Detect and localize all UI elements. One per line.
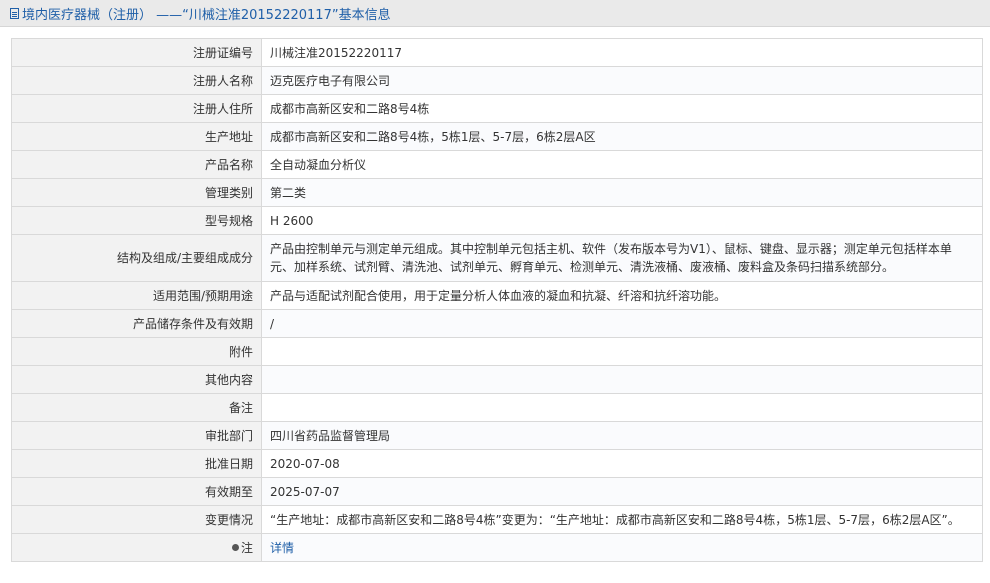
info-table-container: 注册证编号 川械注准20152220117 注册人名称 迈克医疗电子有限公司 注… [11, 38, 983, 562]
row-storage-validity: 产品储存条件及有效期 / [11, 309, 983, 338]
row-remarks: 备注 [11, 393, 983, 422]
row-value: 川械注准20152220117 [261, 38, 983, 67]
row-label: 型号规格 [11, 206, 262, 235]
row-label: 其他内容 [11, 365, 262, 394]
row-value [261, 393, 983, 422]
row-label: 结构及组成/主要组成成分 [11, 234, 262, 282]
page-title: 境内医疗器械（注册） ——“川械注准20152220117”基本信息 [22, 7, 391, 23]
row-production-address: 生产地址 成都市高新区安和二路8号4栋，5栋1层、5-7层，6栋2层A区 [11, 122, 983, 151]
row-change-history: 变更情况 “生产地址：成都市高新区安和二路8号4栋”变更为：“生产地址：成都市高… [11, 505, 983, 534]
row-value-cell: 详情 [261, 533, 983, 562]
row-label: 产品名称 [11, 150, 262, 179]
row-label: 适用范围/预期用途 [11, 281, 262, 310]
row-label: 批准日期 [11, 449, 262, 478]
row-value: 全自动凝血分析仪 [261, 150, 983, 179]
row-value: 产品由控制单元与测定单元组成。其中控制单元包括主机、软件（发布版本号为V1）、鼠… [261, 234, 983, 282]
row-value [261, 365, 983, 394]
lightbulb-icon [231, 543, 239, 551]
row-label: 注册人名称 [11, 66, 262, 95]
row-value: 迈克医疗电子有限公司 [261, 66, 983, 95]
row-value: 第二类 [261, 178, 983, 207]
row-approval-date: 批准日期 2020-07-08 [11, 449, 983, 478]
row-value: 成都市高新区安和二路8号4栋，5栋1层、5-7层，6栋2层A区 [261, 122, 983, 151]
page-title-bar: 境内医疗器械（注册） ——“川械注准20152220117”基本信息 [0, 0, 990, 27]
row-valid-until: 有效期至 2025-07-07 [11, 477, 983, 506]
row-value: 产品与适配试剂配合使用，用于定量分析人体血液的凝血和抗凝、纤溶和抗纤溶功能。 [261, 281, 983, 310]
row-registration-number: 注册证编号 川械注准20152220117 [11, 38, 983, 67]
row-registrant-address: 注册人住所 成都市高新区安和二路8号4栋 [11, 94, 983, 123]
row-label: 注册人住所 [11, 94, 262, 123]
row-label: 生产地址 [11, 122, 262, 151]
row-value: “生产地址：成都市高新区安和二路8号4栋”变更为：“生产地址：成都市高新区安和二… [261, 505, 983, 534]
row-label: 审批部门 [11, 421, 262, 450]
details-link[interactable]: 详情 [270, 541, 294, 555]
row-model-spec: 型号规格 H 2600 [11, 206, 983, 235]
row-label: 备注 [11, 393, 262, 422]
row-label: 注 [240, 540, 253, 555]
row-label: 附件 [11, 337, 262, 366]
row-other-content: 其他内容 [11, 365, 983, 394]
row-structure-composition: 结构及组成/主要组成成分 产品由控制单元与测定单元组成。其中控制单元包括主机、软… [11, 234, 983, 282]
row-value: 2025-07-07 [261, 477, 983, 506]
row-label: 管理类别 [11, 178, 262, 207]
row-value [261, 337, 983, 366]
row-intended-use: 适用范围/预期用途 产品与适配试剂配合使用，用于定量分析人体血液的凝血和抗凝、纤… [11, 281, 983, 310]
row-registrant-name: 注册人名称 迈克医疗电子有限公司 [11, 66, 983, 95]
info-table: 注册证编号 川械注准20152220117 注册人名称 迈克医疗电子有限公司 注… [11, 38, 983, 562]
row-label: 变更情况 [11, 505, 262, 534]
row-product-name: 产品名称 全自动凝血分析仪 [11, 150, 983, 179]
document-icon [10, 7, 19, 19]
row-label: 产品储存条件及有效期 [11, 309, 262, 338]
row-label: 有效期至 [11, 477, 262, 506]
row-note: 注 详情 [11, 533, 983, 562]
row-value: 成都市高新区安和二路8号4栋 [261, 94, 983, 123]
row-label: 注册证编号 [11, 38, 262, 67]
row-value: 2020-07-08 [261, 449, 983, 478]
row-label-cell: 注 [11, 533, 262, 562]
row-value: H 2600 [261, 206, 983, 235]
row-attachments: 附件 [11, 337, 983, 366]
row-value: / [261, 309, 983, 338]
row-value: 四川省药品监督管理局 [261, 421, 983, 450]
row-approval-department: 审批部门 四川省药品监督管理局 [11, 421, 983, 450]
row-management-category: 管理类别 第二类 [11, 178, 983, 207]
